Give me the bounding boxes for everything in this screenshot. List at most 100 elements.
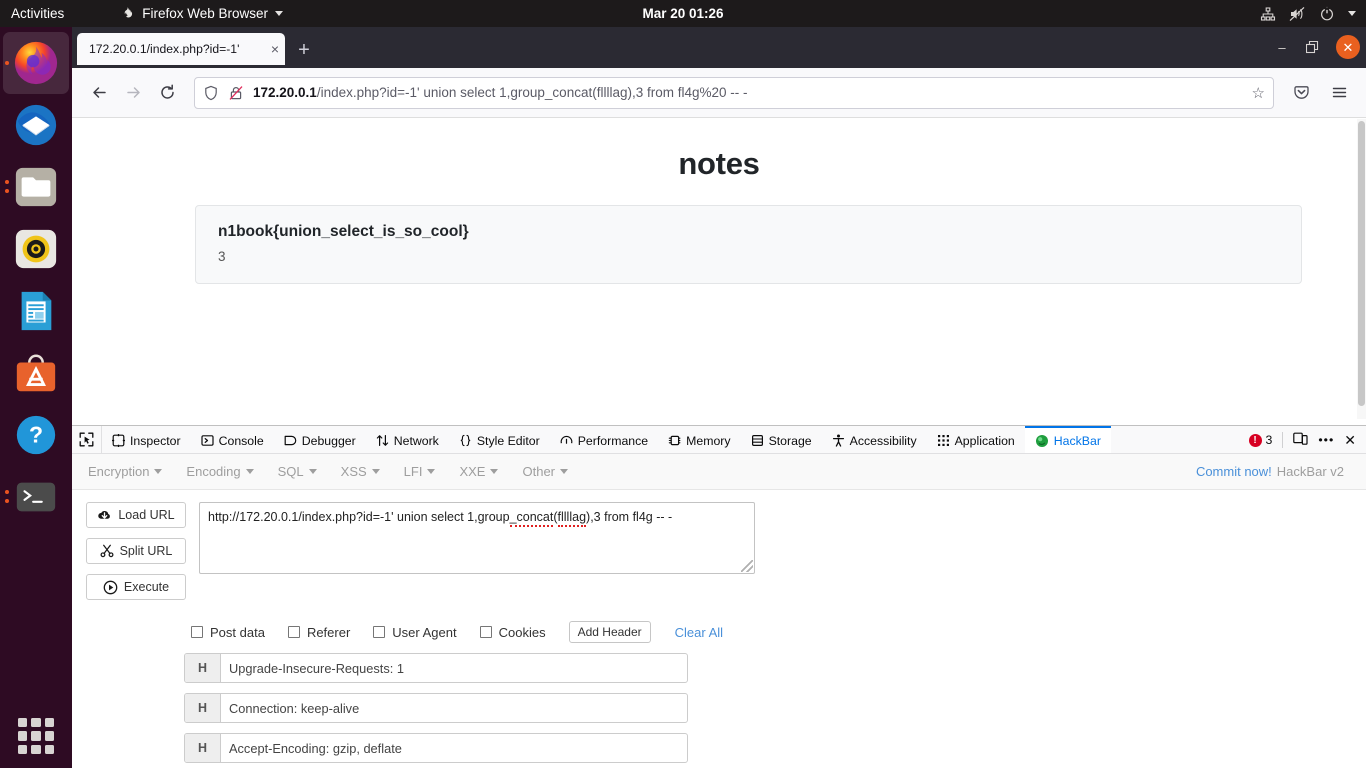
close-tab-icon[interactable]: × xyxy=(271,41,279,57)
menu-other[interactable]: Other xyxy=(522,464,568,479)
checkbox-box[interactable] xyxy=(479,626,492,638)
checkbox-referer[interactable]: Referer xyxy=(287,625,350,640)
load-url-button[interactable]: Load URL xyxy=(86,502,186,528)
scrollbar-thumb[interactable] xyxy=(1358,121,1365,406)
dock-item-ubuntu-software[interactable] xyxy=(3,342,69,404)
menu-encoding[interactable]: Encoding xyxy=(186,464,254,479)
tray-caret-down-icon[interactable] xyxy=(1348,11,1356,16)
menu-lfi[interactable]: LFI xyxy=(404,464,436,479)
separator xyxy=(1282,432,1284,448)
caret-down-icon xyxy=(308,469,317,474)
close-window-button[interactable]: ✕ xyxy=(1336,35,1360,59)
menu-xxe[interactable]: XXE xyxy=(459,464,499,479)
system-tray[interactable] xyxy=(1260,6,1356,22)
header-value[interactable]: Accept-Encoding: gzip, deflate xyxy=(221,734,687,762)
pocket-icon[interactable] xyxy=(1284,77,1318,109)
tab-storage[interactable]: Storage xyxy=(741,426,822,453)
tab-hackbar[interactable]: HackBar xyxy=(1024,426,1111,453)
dock-item-files[interactable] xyxy=(3,156,69,218)
devtools-panel: Inspector Console Debugger Network Style… xyxy=(72,425,1366,768)
dock-item-help[interactable]: ? xyxy=(3,404,69,466)
cloud-download-icon xyxy=(98,510,111,519)
header-row[interactable]: H Accept-Encoding: gzip, deflate xyxy=(184,733,688,763)
ubuntu-software-icon xyxy=(16,354,56,392)
tab-inspector[interactable]: Inspector xyxy=(102,426,191,453)
tab-accessibility[interactable]: Accessibility xyxy=(822,426,927,453)
menu-xss[interactable]: XSS xyxy=(341,464,380,479)
memory-icon xyxy=(668,435,681,446)
bookmark-star-icon[interactable]: ☆ xyxy=(1244,84,1265,102)
hamburger-menu-icon[interactable] xyxy=(1322,77,1356,109)
devtools-close-button[interactable]: ✕ xyxy=(1344,432,1356,449)
tab-application[interactable]: Application xyxy=(927,426,1025,453)
checkbox-box[interactable] xyxy=(373,626,386,638)
stopwatch-icon xyxy=(560,435,573,444)
checkbox-box[interactable] xyxy=(191,626,203,638)
menu-encryption[interactable]: Encryption xyxy=(88,464,163,479)
devtools-more-menu[interactable]: ••• xyxy=(1318,433,1334,447)
dock-item-rhythmbox[interactable] xyxy=(3,218,69,280)
forward-button[interactable] xyxy=(116,77,150,109)
url-bar[interactable]: 172.20.0.1/index.php?id=-1' union select… xyxy=(194,76,1274,109)
header-row[interactable]: H Upgrade-Insecure-Requests: 1 xyxy=(184,653,688,683)
tab-network[interactable]: Network xyxy=(366,426,449,453)
element-picker-icon[interactable] xyxy=(72,426,102,453)
dock-item-terminal[interactable] xyxy=(3,466,69,528)
header-row[interactable]: H Connection: keep-alive xyxy=(184,693,688,723)
dock-item-thunderbird[interactable] xyxy=(3,94,69,156)
tab-memory[interactable]: Memory xyxy=(658,426,740,453)
resize-grip-icon[interactable] xyxy=(741,560,753,572)
page-scrollbar[interactable] xyxy=(1357,119,1366,419)
clear-all-link[interactable]: Clear All xyxy=(675,625,723,640)
browser-tab[interactable]: 172.20.0.1/index.php?id=-1' × xyxy=(77,33,285,65)
hackbar-options-row: Post data Referer User Agent Cookies Add… xyxy=(191,621,1366,643)
notes-card: n1book{union_select_is_so_cool} 3 xyxy=(195,205,1302,284)
debugger-icon xyxy=(284,435,297,446)
minimize-button[interactable]: – xyxy=(1275,41,1289,54)
page-title: notes xyxy=(678,146,760,181)
window-controls: – ✕ xyxy=(1275,35,1360,59)
tab-label: Performance xyxy=(577,433,649,448)
header-value[interactable]: Upgrade-Insecure-Requests: 1 xyxy=(221,654,687,682)
app-menu-button[interactable]: Firefox Web Browser xyxy=(120,6,284,21)
reload-button[interactable] xyxy=(150,77,184,109)
checkbox-post-data[interactable]: Post data xyxy=(191,625,265,640)
svg-text:?: ? xyxy=(29,422,43,448)
tab-style-editor[interactable]: Style Editor xyxy=(449,426,550,453)
split-url-button[interactable]: Split URL xyxy=(86,538,186,564)
dock-item-libreoffice-writer[interactable] xyxy=(3,280,69,342)
tab-console[interactable]: Console xyxy=(191,426,274,453)
checkbox-box[interactable] xyxy=(287,626,300,638)
back-button[interactable] xyxy=(82,77,116,109)
insecure-lock-icon[interactable] xyxy=(228,85,244,101)
new-tab-button[interactable]: + xyxy=(293,40,315,60)
network-icon xyxy=(1260,6,1276,21)
terminal-icon xyxy=(16,482,56,512)
show-applications-button[interactable] xyxy=(18,718,54,754)
menu-sql[interactable]: SQL xyxy=(278,464,317,479)
caret-down-icon xyxy=(560,469,568,474)
shield-icon[interactable] xyxy=(203,85,219,101)
restore-button[interactable] xyxy=(1306,40,1319,54)
add-header-button[interactable]: Add Header xyxy=(568,621,651,643)
dock-item-firefox[interactable] xyxy=(3,32,69,94)
tab-strip: 172.20.0.1/index.php?id=-1' × + – ✕ xyxy=(72,27,1366,68)
checkbox-cookies[interactable]: Cookies xyxy=(479,625,546,640)
error-count-badge[interactable]: ! 3 xyxy=(1248,433,1272,447)
menu-label: Other xyxy=(522,464,555,479)
textarea-text-prefix: http://172.20.0.1/index.php?id=-1' union… xyxy=(208,510,510,524)
tab-debugger[interactable]: Debugger xyxy=(274,426,366,453)
header-value[interactable]: Connection: keep-alive xyxy=(221,694,687,722)
header-tag: H xyxy=(185,654,221,682)
checkbox-user-agent[interactable]: User Agent xyxy=(373,625,457,640)
execute-button[interactable]: Execute xyxy=(86,574,186,600)
responsive-design-mode-icon[interactable] xyxy=(1293,431,1308,449)
help-icon: ? xyxy=(16,415,56,455)
commit-now-link[interactable]: Commit now! xyxy=(1196,464,1272,479)
activities-button[interactable]: Activities xyxy=(11,6,64,21)
url-textarea[interactable]: http://172.20.0.1/index.php?id=-1' union… xyxy=(199,502,755,574)
running-indicator xyxy=(5,189,9,193)
apps-dot xyxy=(31,744,41,754)
tab-label: Console xyxy=(218,433,264,448)
tab-performance[interactable]: Performance xyxy=(550,426,658,453)
